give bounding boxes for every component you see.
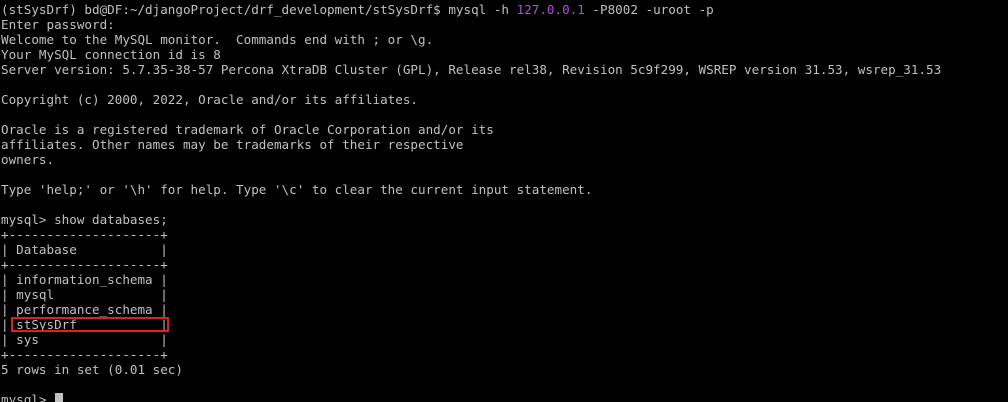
shell-prompt: (stSysDrf) bd@DF:~/djangoProject/drf_dev… xyxy=(1,2,449,17)
shell-prompt-line: (stSysDrf) bd@DF:~/djangoProject/drf_dev… xyxy=(1,2,1008,17)
login-line: Your MySQL connection id is 8 xyxy=(1,47,221,62)
query-line: mysql> show databases; xyxy=(1,212,168,227)
trademark-line: affiliates. Other names may be trademark… xyxy=(1,137,464,152)
terminal-window[interactable]: (stSysDrf) bd@DF:~/djangoProject/drf_dev… xyxy=(0,0,1008,402)
copyright-line: Copyright (c) 2000, 2022, Oracle and/or … xyxy=(1,92,419,107)
table-row: | mysql | xyxy=(1,287,168,302)
port-arg: -P8002 xyxy=(584,2,638,17)
table-border: +--------------------+ xyxy=(1,257,168,272)
server-version-line: Server version: 5.7.35-38-57 Percona Xtr… xyxy=(1,62,942,77)
help-line: Type 'help;' or '\h' for help. Type '\c'… xyxy=(1,182,593,197)
trademark-line: Oracle is a registered trademark of Orac… xyxy=(1,122,494,137)
mysql-input-line[interactable]: mysql> xyxy=(1,392,1008,402)
table-row: | information_schema | xyxy=(1,272,168,287)
table-border: +--------------------+ xyxy=(1,347,168,362)
host-arg: 127.0.0.1 xyxy=(516,2,585,17)
result-line: 5 rows in set (0.01 sec) xyxy=(1,362,183,377)
user-arg: -uroot -p xyxy=(637,2,714,17)
table-row: | sys | xyxy=(1,332,168,347)
table-border: +--------------------+ xyxy=(1,227,168,242)
table-row: | performance_schema | xyxy=(1,302,168,317)
trademark-line: owners. xyxy=(1,152,55,167)
text-cursor xyxy=(55,393,64,402)
table-header: | Database | xyxy=(1,242,168,257)
table-row-highlighted: | stSysDrf | xyxy=(1,317,168,332)
login-line: Welcome to the MySQL monitor. Commands e… xyxy=(1,32,434,47)
login-line: Enter password: xyxy=(1,17,115,32)
mysql-prompt: mysql> xyxy=(1,392,55,402)
mysql-command: mysql -h xyxy=(448,2,517,17)
